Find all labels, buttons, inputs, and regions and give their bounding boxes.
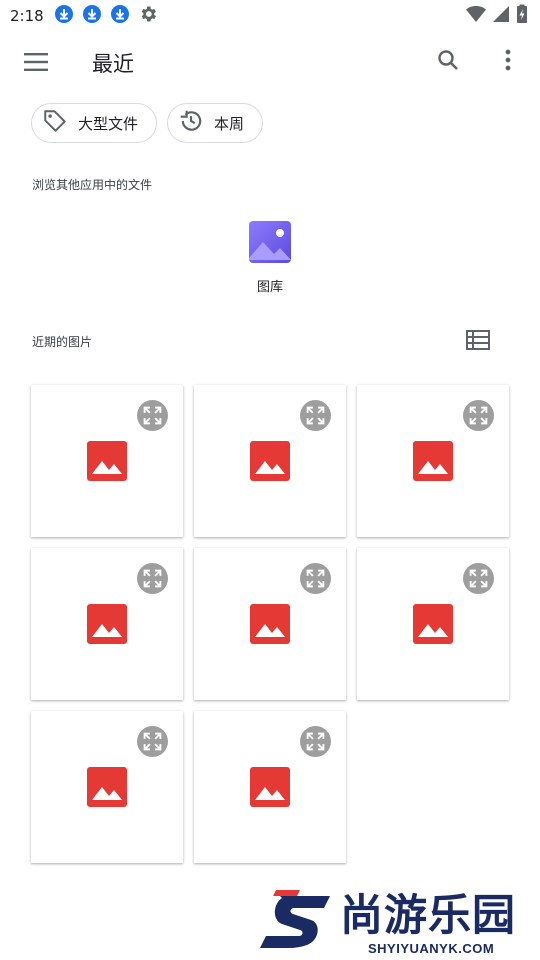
- image-icon: [413, 604, 453, 644]
- signal-icon: [492, 5, 510, 27]
- expand-icon[interactable]: [137, 400, 168, 431]
- recent-image-item[interactable]: [31, 548, 183, 700]
- more-vertical-icon: [504, 48, 512, 76]
- expand-icon[interactable]: [137, 563, 168, 594]
- expand-icon[interactable]: [137, 726, 168, 757]
- expand-icon[interactable]: [463, 563, 494, 594]
- image-icon: [87, 441, 127, 481]
- image-icon: [250, 441, 290, 481]
- list-view-toggle[interactable]: [464, 328, 492, 356]
- settings-icon: [138, 4, 158, 28]
- recent-image-item[interactable]: [31, 385, 183, 537]
- image-icon: [87, 767, 127, 807]
- expand-icon[interactable]: [300, 563, 331, 594]
- watermark-url: SHYIYUANYK.COM: [368, 941, 495, 956]
- download-icon: [54, 4, 74, 28]
- chip-this-week[interactable]: 本周: [167, 103, 263, 143]
- list-view-icon: [466, 330, 490, 354]
- download-icon: [110, 4, 130, 28]
- gallery-app-icon: [248, 220, 292, 268]
- chip-label: 大型文件: [78, 114, 139, 133]
- browse-section-label: 浏览其他应用中的文件: [32, 178, 153, 192]
- app-source-label: 图库: [256, 280, 283, 295]
- watermark-brand: 尚游乐园: [340, 891, 516, 941]
- recent-section-label: 近期的图片: [32, 335, 93, 349]
- image-icon: [250, 604, 290, 644]
- history-icon: [178, 108, 204, 138]
- status-time: 2:18: [10, 7, 44, 25]
- app-source-gallery[interactable]: 图库: [238, 220, 302, 300]
- expand-icon[interactable]: [300, 726, 331, 757]
- watermark-logo: 尚游乐园 SHYIYUANYK.COM: [258, 890, 540, 960]
- notification-icons: [54, 4, 158, 28]
- status-bar: 2:18: [0, 0, 540, 32]
- download-icon: [82, 4, 102, 28]
- wifi-icon: [466, 5, 486, 27]
- chip-label: 本周: [214, 114, 245, 133]
- chip-large-files[interactable]: 大型文件: [31, 103, 157, 143]
- battery-charging-icon: [516, 4, 528, 28]
- recent-image-item[interactable]: [194, 548, 346, 700]
- recent-image-item[interactable]: [194, 711, 346, 863]
- expand-icon[interactable]: [300, 400, 331, 431]
- more-options-button[interactable]: [492, 46, 524, 78]
- menu-button[interactable]: [20, 48, 52, 80]
- search-icon: [436, 48, 460, 76]
- recent-image-item[interactable]: [31, 711, 183, 863]
- system-icons: [466, 4, 528, 28]
- search-button[interactable]: [432, 46, 464, 78]
- tag-icon: [42, 108, 68, 138]
- recent-image-item[interactable]: [357, 548, 509, 700]
- page-title: 最近: [92, 52, 134, 76]
- expand-icon[interactable]: [463, 400, 494, 431]
- recent-image-item[interactable]: [194, 385, 346, 537]
- image-icon: [250, 767, 290, 807]
- app-bar: 最近: [0, 36, 540, 92]
- image-icon: [413, 441, 453, 481]
- watermark-s-logo-icon: [258, 890, 334, 960]
- recent-image-item[interactable]: [357, 385, 509, 537]
- hamburger-menu-icon: [24, 53, 48, 75]
- image-icon: [87, 604, 127, 644]
